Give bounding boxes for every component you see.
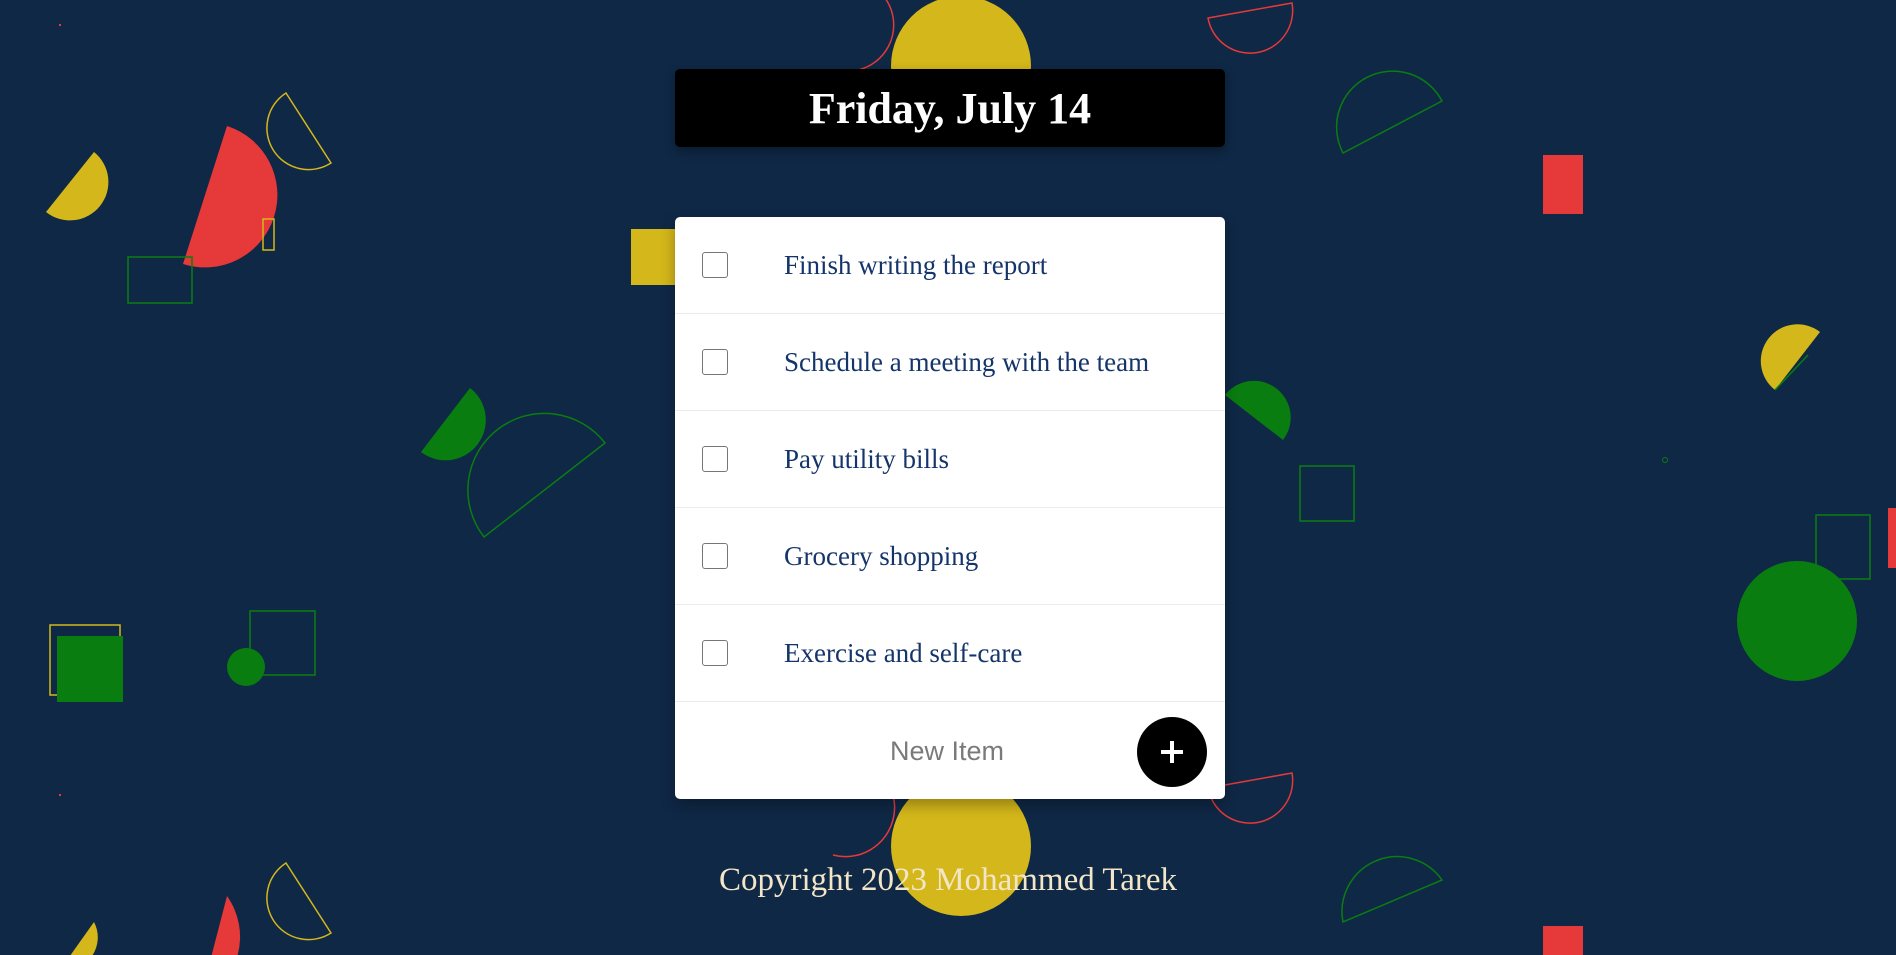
bg-half-circle xyxy=(421,388,486,461)
new-item-row xyxy=(675,702,1225,799)
copyright-footer: Copyright 2023 Mohammed Tarek xyxy=(718,862,1178,898)
date-title: Friday, July 14 xyxy=(808,83,1092,133)
bg-rect-outline xyxy=(127,256,193,304)
bg-dot xyxy=(1662,457,1668,463)
list-item: Finish writing the report xyxy=(675,217,1225,314)
list-item: Pay utility bills xyxy=(675,411,1225,508)
bg-half-circle xyxy=(1225,380,1291,440)
bg-half-circle xyxy=(70,922,98,955)
item-checkbox[interactable] xyxy=(702,446,728,472)
list-item: Schedule a meeting with the team xyxy=(675,314,1225,411)
bg-rect xyxy=(631,229,681,285)
item-checkbox[interactable] xyxy=(702,640,728,666)
date-header: Friday, July 14 xyxy=(675,69,1225,147)
add-item-button[interactable] xyxy=(1137,717,1207,787)
item-label: Finish writing the report xyxy=(784,249,1048,280)
item-label: Grocery shopping xyxy=(784,540,979,571)
item-checkbox[interactable] xyxy=(702,252,728,278)
item-label: Schedule a meeting with the team xyxy=(784,346,1150,377)
plus-icon xyxy=(1161,741,1183,763)
bg-half-circle-outline xyxy=(836,0,895,72)
bg-rect xyxy=(57,636,123,702)
item-label: Pay utility bills xyxy=(784,443,950,474)
bg-dot xyxy=(59,24,61,26)
bg-rect xyxy=(1543,926,1583,955)
bg-half-circle-outline xyxy=(1207,2,1294,54)
bg-half-circle xyxy=(1760,324,1820,390)
item-label: Exercise and self-care xyxy=(784,637,1023,668)
new-item-input[interactable] xyxy=(825,728,1069,774)
item-checkbox[interactable] xyxy=(702,349,728,375)
bg-rect-outline xyxy=(1299,465,1355,522)
bg-half-circle xyxy=(46,152,109,221)
item-checkbox[interactable] xyxy=(702,543,728,569)
bg-half-circle xyxy=(211,896,241,955)
bg-half-circle-outline xyxy=(266,91,333,171)
bg-dot xyxy=(59,794,61,796)
list-item: Exercise and self-care xyxy=(675,605,1225,702)
bg-circle xyxy=(1737,561,1857,681)
bg-rect xyxy=(1543,155,1583,214)
bg-half-circle-outline xyxy=(1335,70,1444,155)
todo-list: Finish writing the report Schedule a mee… xyxy=(675,217,1225,799)
bg-half-circle-outline xyxy=(467,412,607,539)
list-item: Grocery shopping xyxy=(675,508,1225,605)
bg-circle xyxy=(227,648,265,686)
bg-rect xyxy=(1888,508,1896,568)
